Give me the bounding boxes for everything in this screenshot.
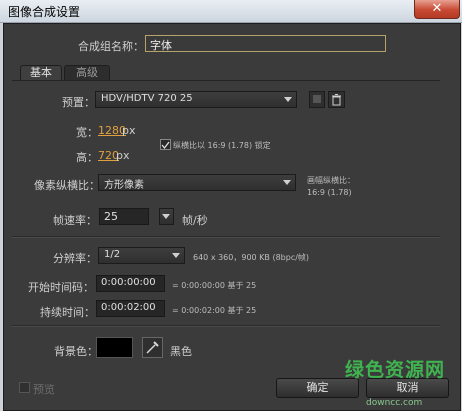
- duration-input[interactable]: 0:00:02:00: [96, 300, 165, 317]
- watermark-text: 绿色资源网: [345, 359, 446, 381]
- preset-dropdown[interactable]: HDV/HDTV 720 25: [95, 91, 297, 108]
- pixel-aspect-dropdown[interactable]: 方形像素: [98, 174, 296, 191]
- lock-aspect-label: 纵横比以 16:9 (1.78) 锁定: [173, 141, 271, 150]
- background-color-label: 背景色：: [54, 345, 98, 358]
- chevron-down-icon: [172, 253, 180, 258]
- comp-name-label: 合成组名称：: [78, 40, 144, 53]
- width-unit: px: [122, 124, 136, 137]
- preview-label: 预览: [33, 383, 55, 396]
- frame-rate-dropdown[interactable]: [159, 208, 174, 225]
- section-divider: [12, 325, 440, 327]
- eyedropper-button[interactable]: [142, 337, 163, 358]
- preview-checkbox[interactable]: [19, 382, 30, 393]
- pixel-aspect-label: 像素纵横比：: [34, 179, 100, 192]
- chevron-down-icon: [284, 97, 292, 102]
- watermark-url: downcc.com: [366, 398, 423, 408]
- trash-icon: [332, 94, 341, 106]
- section-divider: [12, 236, 440, 238]
- frame-aspect-label: 画幅纵横比：: [307, 176, 355, 185]
- height-unit: px: [116, 149, 130, 162]
- tab-divider: [12, 80, 440, 81]
- resolution-value: 1/2: [104, 249, 121, 260]
- eyedropper-icon: [146, 341, 159, 354]
- tab-basic[interactable]: 基本: [20, 65, 62, 81]
- pixel-aspect-value: 方形像素: [104, 180, 144, 191]
- lock-aspect-checkbox[interactable]: [160, 139, 171, 150]
- resolution-dropdown[interactable]: 1/2: [98, 247, 185, 264]
- background-color-swatch[interactable]: [96, 337, 133, 358]
- width-label: 宽：: [76, 126, 98, 139]
- start-timecode-info: = 0:00:00:00 基于 25: [172, 281, 257, 290]
- background-color-name: 黑色: [170, 345, 192, 358]
- start-timecode-label: 开始时间码：: [28, 281, 94, 294]
- chevron-down-icon: [162, 214, 170, 219]
- resolution-label: 分辨率：: [53, 252, 97, 265]
- height-label: 高：: [76, 151, 98, 164]
- frame-aspect-value: 16:9 (1.78): [307, 188, 352, 197]
- duration-info: = 0:00:02:00 基于 25: [172, 306, 257, 315]
- checkmark-icon: [161, 141, 170, 150]
- window-title: 图像合成设置: [8, 5, 81, 19]
- save-icon: [313, 95, 321, 103]
- preset-label: 预置：: [62, 96, 95, 109]
- frame-rate-unit: 帧/秒: [182, 214, 208, 227]
- resolution-info: 640 x 360，900 KB (8bpc/帧): [193, 253, 310, 262]
- comp-name-input[interactable]: 字体: [145, 35, 386, 52]
- tab-advanced[interactable]: 高级: [64, 65, 110, 81]
- frame-rate-input[interactable]: 25: [99, 208, 149, 225]
- close-button[interactable]: ✕: [414, 0, 460, 19]
- chevron-down-icon: [283, 180, 291, 185]
- preset-value: HDV/HDTV 720 25: [101, 93, 193, 104]
- duration-label: 持续时间：: [40, 306, 95, 319]
- delete-preset-button[interactable]: [328, 91, 345, 108]
- save-preset-button[interactable]: [309, 91, 325, 108]
- start-timecode-input[interactable]: 0:00:00:00: [96, 275, 165, 292]
- frame-rate-label: 帧速率：: [53, 214, 97, 227]
